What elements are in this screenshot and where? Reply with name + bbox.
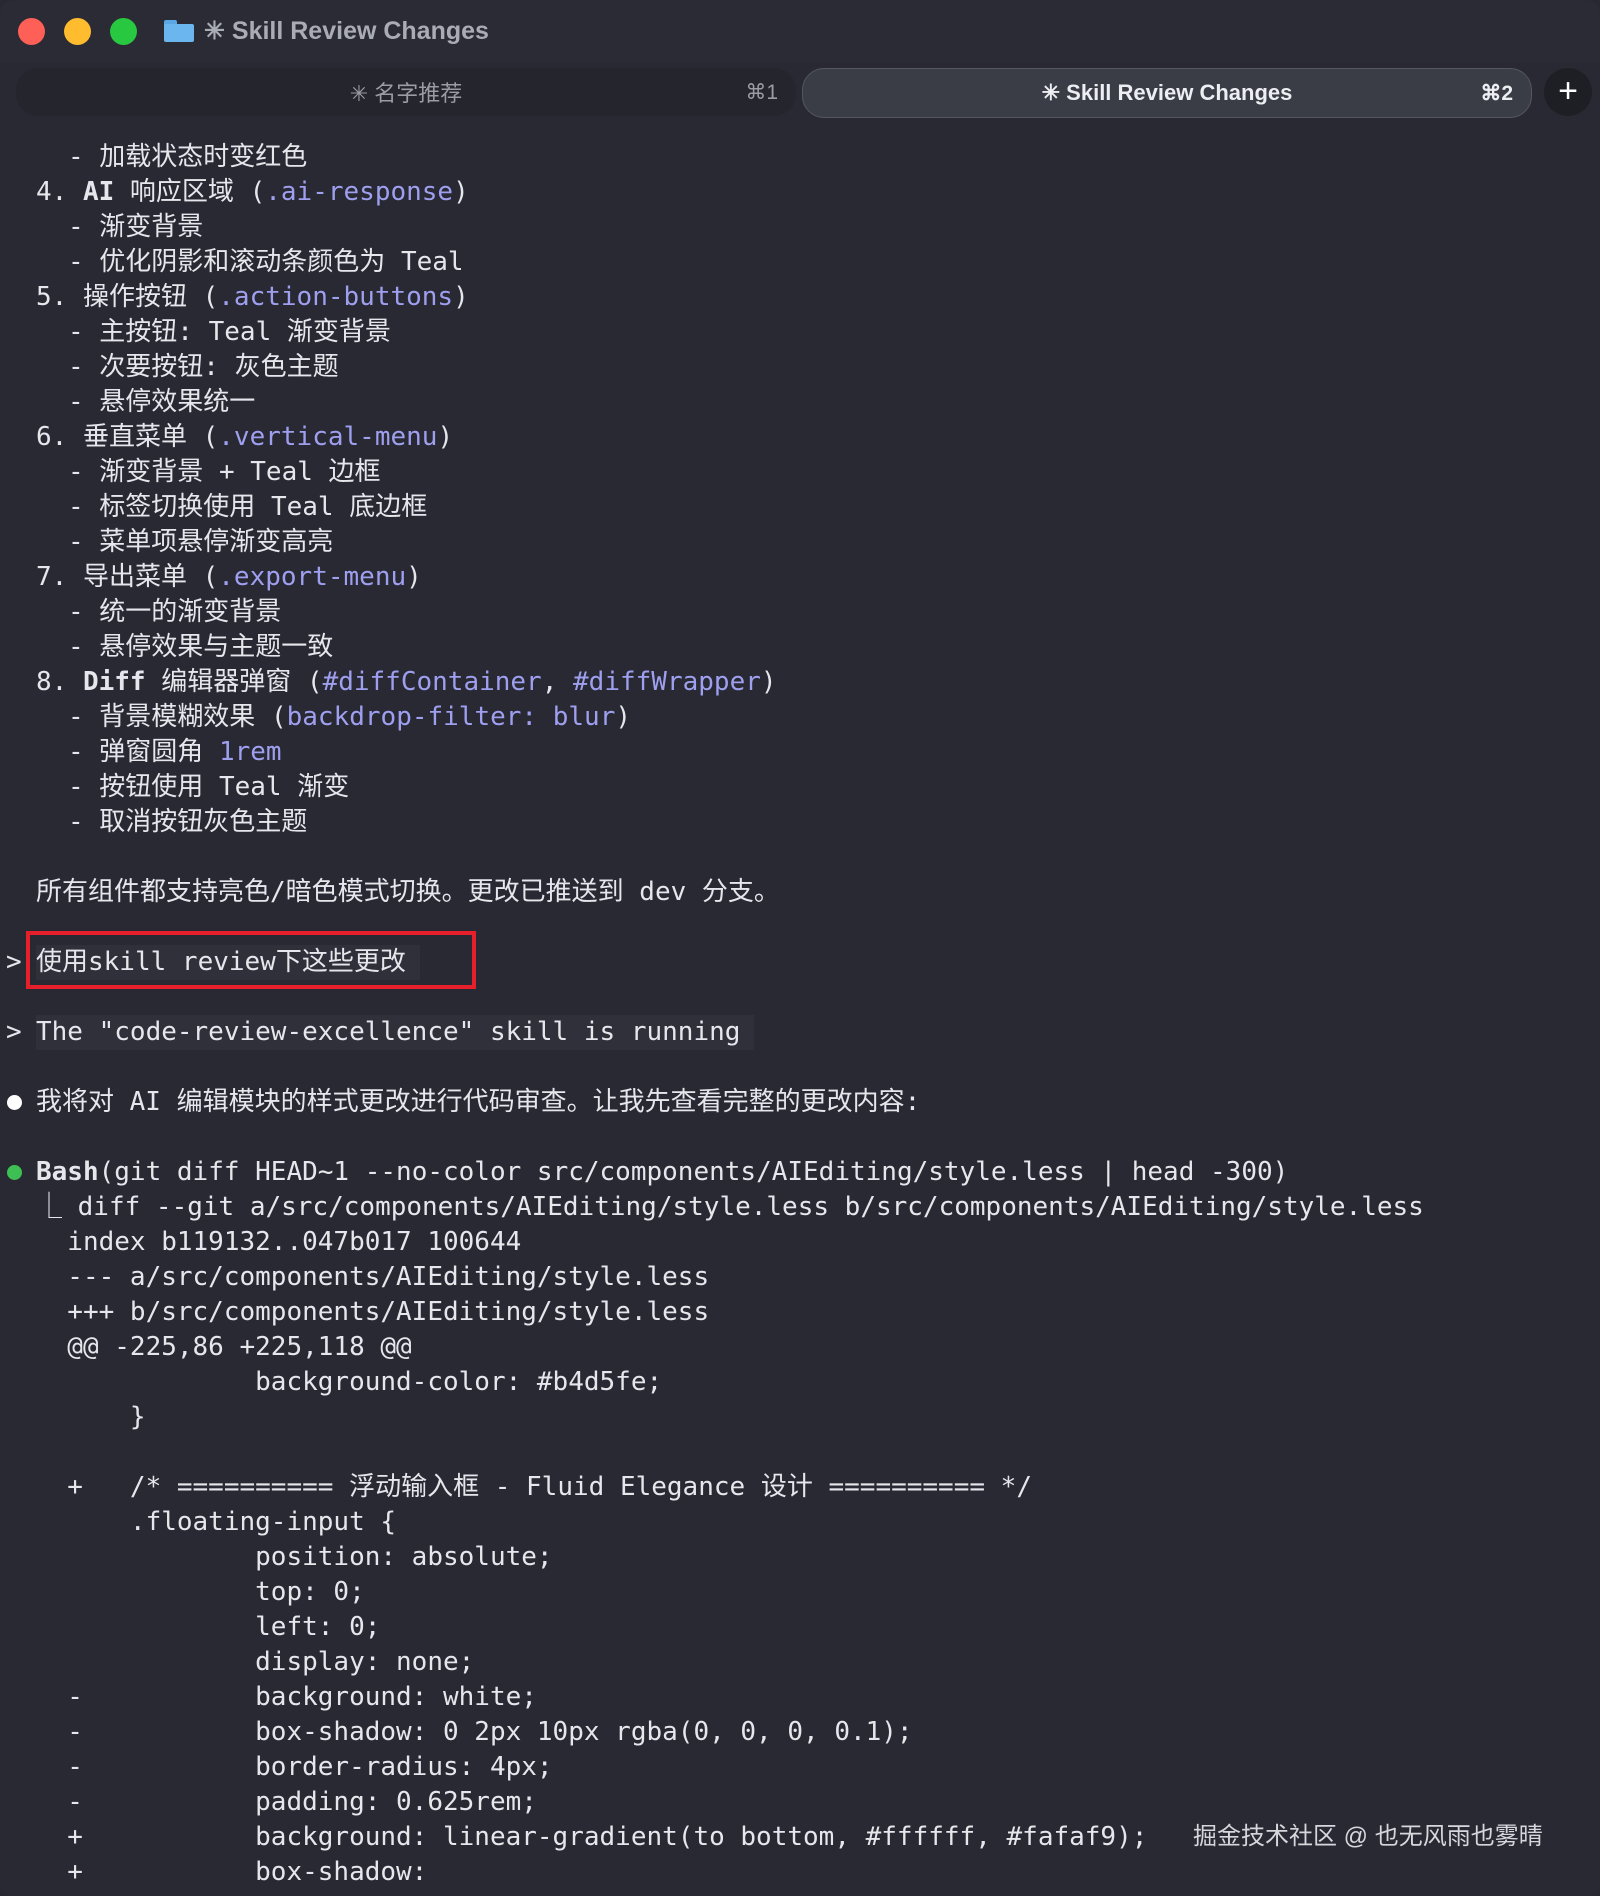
diff-line: - padding: 0.625rem; — [36, 1787, 537, 1817]
diff-line: .floating-input { — [36, 1507, 397, 1537]
diff-line: ⎿ diff --git a/src/components/AIEditing/… — [36, 1192, 1424, 1222]
list-line: 7. 导出菜单 (.export-menu) — [36, 562, 422, 592]
list-line: - 加载状态时变红色 — [68, 142, 308, 172]
list-line: - 悬停效果与主题一致 — [68, 632, 334, 662]
skill-status: The "code-review-excellence" skill is ru… — [36, 1015, 755, 1050]
diff-line: background-color: #b4d5fe; — [36, 1367, 663, 1397]
list-line: 4. AI 响应区域 (.ai-response) — [36, 177, 469, 207]
list-line: - 渐变背景 — [68, 212, 204, 242]
tool-success-bullet-icon — [7, 1165, 22, 1180]
diff-line: +++ b/src/components/AIEditing/style.les… — [36, 1297, 710, 1327]
list-line: 8. Diff 编辑器弹窗 (#diffContainer, #diffWrap… — [36, 667, 777, 697]
diff-line: left: 0; — [36, 1612, 381, 1642]
list-line: - 取消按钮灰色主题 — [68, 807, 308, 837]
terminal-window: ✳ Skill Review Changes ✳ 名字推荐 ⌘1 ✳ Skill… — [0, 0, 1600, 1896]
prompt-symbol: > — [6, 947, 22, 977]
diff-line: --- a/src/components/AIEditing/style.les… — [36, 1262, 710, 1292]
list-line: 6. 垂直菜单 (.vertical-menu) — [36, 422, 454, 452]
watermark: 掘金技术社区 @ 也无风雨也雾晴 — [1193, 1823, 1543, 1850]
list-line: - 弹窗圆角 1rem — [68, 737, 282, 767]
list-line: - 按钮使用 Teal 渐变 — [68, 772, 350, 802]
diff-line: - box-shadow: 0 2px 10px rgba(0, 0, 0, 0… — [36, 1717, 913, 1747]
diff-line: position: absolute; — [36, 1542, 553, 1572]
assistant-message: 我将对 AI 编辑模块的样式更改进行代码审查。让我先查看完整的更改内容: — [36, 1087, 921, 1117]
highlight-annotation — [26, 931, 476, 989]
diff-line: + box-shadow: — [36, 1857, 428, 1887]
diff-line: - background: white; — [36, 1682, 537, 1712]
list-line: - 次要按钮: 灰色主题 — [68, 352, 339, 382]
list-line: - 标签切换使用 Teal 底边框 — [68, 492, 428, 522]
diff-line: + background: linear-gradient(to bottom,… — [36, 1822, 1148, 1852]
bash-call: Bash(git diff HEAD~1 --no-color src/comp… — [36, 1155, 1288, 1190]
list-line: - 渐变背景 + Teal 边框 — [68, 457, 381, 487]
list-line: 5. 操作按钮 (.action-buttons) — [36, 282, 469, 312]
prompt-symbol: > — [6, 1017, 22, 1047]
list-line: - 统一的渐变背景 — [68, 597, 282, 627]
summary-line: 所有组件都支持亮色/暗色模式切换。更改已推送到 dev 分支。 — [36, 877, 780, 907]
list-line: - 悬停效果统一 — [68, 387, 256, 417]
diff-line: @@ -225,86 +225,118 @@ — [36, 1332, 412, 1362]
list-line: - 优化阴影和滚动条颜色为 Teal — [68, 247, 464, 277]
diff-line: display: none; — [36, 1647, 475, 1677]
bash-command: (git diff HEAD~1 --no-color src/componen… — [98, 1157, 1289, 1187]
diff-line: index b119132..047b017 100644 — [36, 1227, 522, 1257]
list-line: - 菜单项悬停渐变高亮 — [68, 527, 334, 557]
diff-line: + /* ========== 浮动输入框 - Fluid Elegance 设… — [36, 1472, 1032, 1502]
diff-line: } — [36, 1402, 146, 1432]
diff-line: top: 0; — [36, 1577, 365, 1607]
bash-tool-name: Bash — [36, 1157, 99, 1187]
list-line: - 背景模糊效果 (backdrop-filter: blur) — [68, 702, 632, 732]
terminal-output: - 加载状态时变红色 4. AI 响应区域 (.ai-response) - 渐… — [0, 0, 1600, 1896]
message-bullet-icon — [7, 1095, 22, 1110]
diff-line: - border-radius: 4px; — [36, 1752, 553, 1782]
list-line: - 主按钮: Teal 渐变背景 — [68, 317, 391, 347]
